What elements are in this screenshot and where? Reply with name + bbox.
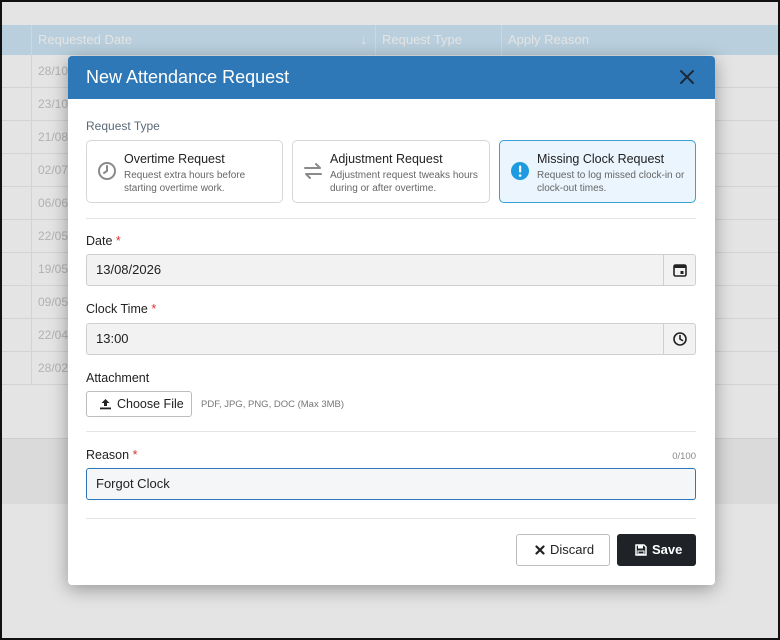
card-description: Adjustment request tweaks hours during o… [330, 170, 478, 194]
clock-time-label: Clock Time * [86, 302, 157, 316]
discard-button[interactable]: Discard [516, 534, 610, 566]
close-icon[interactable] [675, 65, 699, 89]
card-title: Overtime Request [124, 152, 225, 166]
date-field[interactable]: 13/08/2026 [86, 254, 696, 286]
discard-label: Discard [550, 542, 595, 557]
attachment-label: Attachment [86, 371, 150, 385]
reason-input[interactable]: Forgot Clock [86, 468, 696, 500]
divider [86, 431, 696, 432]
file-type-hint: PDF, JPG, PNG, DOC (Max 3MB) [201, 399, 345, 410]
reason-label: Reason * [86, 448, 138, 462]
choose-file-label: Choose File [117, 397, 184, 411]
calendar-icon[interactable] [663, 255, 695, 285]
modal-header: New Attendance Request [68, 56, 715, 99]
clock-icon [97, 161, 117, 181]
floppy-disk-icon [635, 544, 647, 556]
clock-time-field[interactable]: 13:00 [86, 323, 696, 355]
save-button[interactable]: Save [617, 534, 696, 566]
swap-arrows-icon [303, 161, 323, 181]
request-type-label: Request Type [86, 119, 160, 133]
attendance-request-modal: New Attendance Request Request Type Over… [68, 56, 715, 585]
card-title: Missing Clock Request [537, 152, 665, 166]
upload-icon [100, 399, 111, 410]
date-value: 13/08/2026 [96, 262, 162, 277]
alert-circle-icon [510, 161, 530, 181]
x-icon [535, 545, 545, 555]
missing-clock-request-card[interactable]: Missing Clock Request Request to log mis… [499, 140, 696, 203]
reason-char-counter: 0/100 [672, 451, 696, 462]
save-label: Save [652, 542, 683, 557]
card-description: Request to log missed clock-in or clock-… [537, 170, 685, 194]
divider [86, 518, 696, 519]
clock-icon[interactable] [663, 324, 695, 354]
choose-file-button[interactable]: Choose File [86, 391, 192, 417]
card-title: Adjustment Request [330, 152, 443, 166]
modal-title: New Attendance Request [86, 67, 290, 87]
adjustment-request-card[interactable]: Adjustment Request Adjustment request tw… [292, 140, 490, 203]
date-label: Date * [86, 234, 121, 248]
reason-value: Forgot Clock [96, 476, 170, 491]
divider [86, 218, 696, 219]
app-frame: Requested Date ↓ Request Type Apply Reas… [0, 0, 780, 640]
clock-time-value: 13:00 [96, 331, 129, 346]
card-description: Request extra hours before starting over… [124, 170, 246, 194]
overtime-request-card[interactable]: Overtime Request Request extra hours bef… [86, 140, 283, 203]
